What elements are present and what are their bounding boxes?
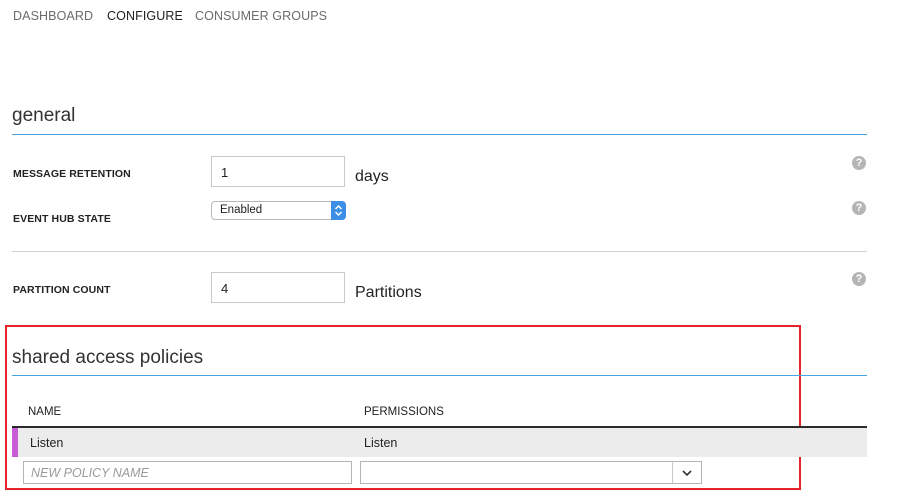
partition-count-help-icon[interactable]: ? <box>852 272 866 286</box>
row-selection-indicator <box>12 428 18 457</box>
table-row[interactable]: Listen Listen <box>12 428 867 457</box>
event-hub-state-value: Enabled <box>220 204 263 216</box>
shared-access-section-title: shared access policies <box>12 347 204 368</box>
permissions-select[interactable] <box>360 461 702 484</box>
column-header-permissions: PERMISSIONS <box>364 406 444 418</box>
tab-configure[interactable]: CONFIGURE <box>107 9 183 23</box>
general-section-title: general <box>12 105 76 126</box>
partition-count-unit: Partitions <box>355 284 422 301</box>
message-retention-help-icon[interactable]: ? <box>852 156 866 170</box>
message-retention-unit: days <box>355 168 389 185</box>
general-section-divider <box>12 134 867 135</box>
event-hub-state-select[interactable]: Enabled <box>211 201 346 220</box>
chevron-down-icon <box>672 462 701 483</box>
new-policy-name-input[interactable]: NEW POLICY NAME <box>23 461 352 484</box>
message-retention-label: MESSAGE RETENTION <box>13 168 131 180</box>
general-grey-divider <box>12 251 867 252</box>
policy-permissions-cell: Listen <box>364 436 398 450</box>
partition-count-label: PARTITION COUNT <box>13 284 111 296</box>
select-arrows-icon <box>331 201 346 220</box>
column-header-name: NAME <box>28 406 62 418</box>
shared-access-section-divider <box>12 375 867 376</box>
tab-consumer-groups[interactable]: CONSUMER GROUPS <box>195 9 327 23</box>
message-retention-input[interactable]: 1 <box>211 156 345 187</box>
policy-name-cell: Listen <box>30 436 64 450</box>
event-hub-state-label: EVENT HUB STATE <box>13 213 111 225</box>
event-hub-state-help-icon[interactable]: ? <box>852 201 866 215</box>
tab-dashboard[interactable]: DASHBOARD <box>13 9 93 23</box>
partition-count-input[interactable]: 4 <box>211 272 345 303</box>
